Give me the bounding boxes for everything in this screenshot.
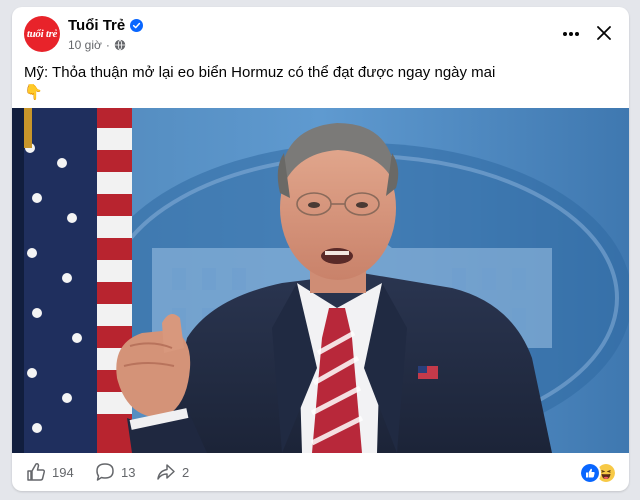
post-meta: 10 giờ · (68, 38, 126, 52)
globe-icon (114, 39, 126, 51)
share-arrow-icon (157, 464, 175, 480)
like-count: 194 (52, 464, 74, 480)
share-count: 2 (182, 464, 190, 480)
page-name-row: Tuổi Trẻ (68, 17, 144, 34)
page-avatar[interactable]: tuổi trẻ (24, 16, 60, 52)
comment-button[interactable]: 13 (95, 462, 135, 482)
close-icon (597, 26, 611, 40)
share-button[interactable]: 2 (156, 462, 189, 482)
comment-count: 13 (121, 464, 136, 480)
post-caption: Mỹ: Thỏa thuận mở lại eo biển Hormuz có … (24, 63, 614, 103)
more-options-button[interactable] (557, 24, 585, 44)
like-button[interactable]: 194 (26, 462, 74, 482)
facebook-post-card: tuổi trẻ Tuổi Trẻ 10 giờ · Mỹ: Thỏa thuậ… (12, 7, 629, 491)
post-actions-bar: 194 13 2 (12, 453, 629, 491)
thumbs-up-icon (27, 462, 45, 481)
post-photo[interactable] (12, 108, 629, 453)
reaction-summary[interactable] (579, 462, 617, 484)
caption-emoji: 👇 (24, 84, 43, 101)
post-time[interactable]: 10 giờ (68, 38, 102, 52)
logo-text: tuổi trẻ (26, 28, 58, 40)
like-reaction-icon (579, 462, 601, 484)
meta-separator: · (105, 38, 110, 52)
verified-badge-icon (130, 19, 144, 32)
more-dots-icon (563, 32, 579, 36)
post-header: tuổi trẻ Tuổi Trẻ 10 giờ · (12, 7, 629, 62)
close-button[interactable] (592, 21, 616, 45)
caption-text: Mỹ: Thỏa thuận mở lại eo biển Hormuz có … (24, 64, 496, 81)
flag-graphic (12, 108, 132, 453)
comment-bubble-icon (96, 463, 114, 481)
page-name[interactable]: Tuổi Trẻ (68, 17, 125, 34)
